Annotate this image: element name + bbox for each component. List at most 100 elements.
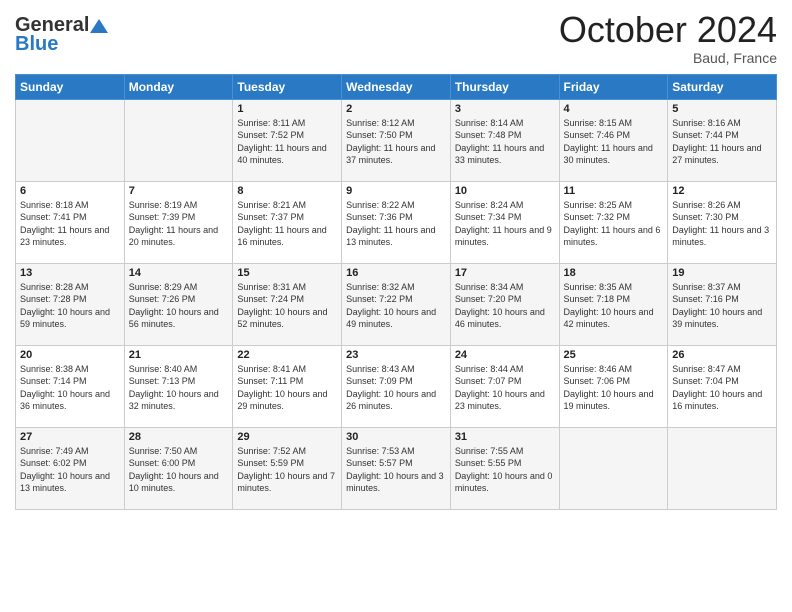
cell-date: 7 bbox=[129, 185, 229, 197]
calendar-cell: 1 Sunrise: 8:11 AMSunset: 7:52 PMDaylight… bbox=[233, 99, 342, 181]
cell-date: 14 bbox=[129, 267, 229, 279]
logo: General Blue bbox=[15, 14, 109, 56]
calendar-cell: 27Sunrise: 7:49 AMSunset: 6:02 PMDayligh… bbox=[16, 427, 125, 509]
calendar-cell: 17Sunrise: 8:34 AMSunset: 7:20 PMDayligh… bbox=[450, 263, 559, 345]
cell-info: Sunrise: 8:21 AMSunset: 7:37 PMDaylight:… bbox=[237, 199, 337, 249]
calendar-cell: 23Sunrise: 8:43 AMSunset: 7:09 PMDayligh… bbox=[342, 345, 451, 427]
calendar-cell: 29 Sunrise: 7:52 AMSunset: 5:59 PMDayligh… bbox=[233, 427, 342, 509]
cell-info: Sunrise: 8:24 AMSunset: 7:34 PMDaylight:… bbox=[455, 199, 555, 249]
cell-date: 26 bbox=[672, 349, 772, 361]
calendar-cell: 7Sunrise: 8:19 AMSunset: 7:39 PMDaylight… bbox=[124, 181, 233, 263]
calendar-cell bbox=[668, 427, 777, 509]
month-title: October 2024 bbox=[559, 10, 777, 50]
calendar-cell: 12 Sunrise: 8:26 AMSunset: 7:30 PMDayligh… bbox=[668, 181, 777, 263]
cell-date: 23 bbox=[346, 349, 446, 361]
cell-info: Sunrise: 8:34 AMSunset: 7:20 PMDaylight:… bbox=[455, 281, 555, 331]
day-header: Tuesday bbox=[233, 74, 342, 99]
cell-date: 15 bbox=[237, 267, 337, 279]
cell-info: Sunrise: 8:40 AMSunset: 7:13 PMDaylight:… bbox=[129, 363, 229, 413]
cell-date: 3 bbox=[455, 103, 555, 115]
calendar-cell: 22Sunrise: 8:41 AMSunset: 7:11 PMDayligh… bbox=[233, 345, 342, 427]
logo-icon bbox=[90, 17, 108, 35]
calendar-cell bbox=[16, 99, 125, 181]
cell-date: 12 bbox=[672, 185, 772, 197]
cell-date: 6 bbox=[20, 185, 120, 197]
calendar-table: SundayMondayTuesdayWednesdayThursdayFrid… bbox=[15, 74, 777, 510]
cell-date: 4 bbox=[564, 103, 664, 115]
cell-info: Sunrise: 7:53 AMSunset: 5:57 PMDaylight:… bbox=[346, 445, 446, 495]
header-row: SundayMondayTuesdayWednesdayThursdayFrid… bbox=[16, 74, 777, 99]
calendar-week: 20 Sunrise: 8:38 AMSunset: 7:14 PMDayligh… bbox=[16, 345, 777, 427]
cell-info: Sunrise: 7:49 AMSunset: 6:02 PMDaylight:… bbox=[20, 445, 120, 495]
calendar-cell: 31Sunrise: 7:55 AMSunset: 5:55 PMDayligh… bbox=[450, 427, 559, 509]
calendar-cell: 24Sunrise: 8:44 AMSunset: 7:07 PMDayligh… bbox=[450, 345, 559, 427]
calendar-cell: 14 Sunrise: 8:29 AMSunset: 7:26 PMDayligh… bbox=[124, 263, 233, 345]
calendar-cell: 21Sunrise: 8:40 AMSunset: 7:13 PMDayligh… bbox=[124, 345, 233, 427]
cell-date: 2 bbox=[346, 103, 446, 115]
calendar-cell bbox=[124, 99, 233, 181]
cell-info: Sunrise: 8:15 AMSunset: 7:46 PMDaylight:… bbox=[564, 117, 664, 167]
calendar-week: 27Sunrise: 7:49 AMSunset: 6:02 PMDayligh… bbox=[16, 427, 777, 509]
cell-date: 1 bbox=[237, 103, 337, 115]
cell-info: Sunrise: 8:31 AMSunset: 7:24 PMDaylight:… bbox=[237, 281, 337, 331]
cell-info: Sunrise: 8:12 AMSunset: 7:50 PMDaylight:… bbox=[346, 117, 446, 167]
calendar-cell: 16 Sunrise: 8:32 AMSunset: 7:22 PMDayligh… bbox=[342, 263, 451, 345]
cell-date: 9 bbox=[346, 185, 446, 197]
day-header: Monday bbox=[124, 74, 233, 99]
cell-date: 25 bbox=[564, 349, 664, 361]
cell-info: Sunrise: 8:46 AMSunset: 7:06 PMDaylight:… bbox=[564, 363, 664, 413]
page: General Blue October 2024 Baud, France S… bbox=[0, 0, 792, 612]
cell-date: 24 bbox=[455, 349, 555, 361]
cell-date: 20 bbox=[20, 349, 120, 361]
cell-date: 28 bbox=[129, 431, 229, 443]
day-header: Sunday bbox=[16, 74, 125, 99]
cell-info: Sunrise: 8:28 AMSunset: 7:28 PMDaylight:… bbox=[20, 281, 120, 331]
calendar-week: 1 Sunrise: 8:11 AMSunset: 7:52 PMDaylight… bbox=[16, 99, 777, 181]
cell-info: Sunrise: 8:35 AMSunset: 7:18 PMDaylight:… bbox=[564, 281, 664, 331]
cell-info: Sunrise: 8:11 AMSunset: 7:52 PMDaylight:… bbox=[237, 117, 337, 167]
cell-info: Sunrise: 8:32 AMSunset: 7:22 PMDaylight:… bbox=[346, 281, 446, 331]
header: General Blue October 2024 Baud, France bbox=[15, 10, 777, 66]
calendar-week: 6 Sunrise: 8:18 AMSunset: 7:41 PMDaylight… bbox=[16, 181, 777, 263]
calendar-cell: 3Sunrise: 8:14 AMSunset: 7:48 PMDaylight… bbox=[450, 99, 559, 181]
cell-info: Sunrise: 8:22 AMSunset: 7:36 PMDaylight:… bbox=[346, 199, 446, 249]
calendar-cell: 26Sunrise: 8:47 AMSunset: 7:04 PMDayligh… bbox=[668, 345, 777, 427]
cell-date: 29 bbox=[237, 431, 337, 443]
cell-info: Sunrise: 8:26 AMSunset: 7:30 PMDaylight:… bbox=[672, 199, 772, 249]
cell-info: Sunrise: 8:41 AMSunset: 7:11 PMDaylight:… bbox=[237, 363, 337, 413]
cell-date: 13 bbox=[20, 267, 120, 279]
calendar-cell: 9 Sunrise: 8:22 AMSunset: 7:36 PMDaylight… bbox=[342, 181, 451, 263]
day-header: Wednesday bbox=[342, 74, 451, 99]
day-header: Saturday bbox=[668, 74, 777, 99]
cell-info: Sunrise: 7:52 AMSunset: 5:59 PMDaylight:… bbox=[237, 445, 337, 495]
cell-info: Sunrise: 8:38 AMSunset: 7:14 PMDaylight:… bbox=[20, 363, 120, 413]
cell-date: 18 bbox=[564, 267, 664, 279]
cell-info: Sunrise: 7:55 AMSunset: 5:55 PMDaylight:… bbox=[455, 445, 555, 495]
cell-info: Sunrise: 8:18 AMSunset: 7:41 PMDaylight:… bbox=[20, 199, 120, 249]
calendar-cell: 13 Sunrise: 8:28 AMSunset: 7:28 PMDayligh… bbox=[16, 263, 125, 345]
cell-date: 10 bbox=[455, 185, 555, 197]
calendar-cell: 10 Sunrise: 8:24 AMSunset: 7:34 PMDayligh… bbox=[450, 181, 559, 263]
cell-date: 30 bbox=[346, 431, 446, 443]
cell-info: Sunrise: 8:29 AMSunset: 7:26 PMDaylight:… bbox=[129, 281, 229, 331]
cell-date: 5 bbox=[672, 103, 772, 115]
calendar-cell bbox=[559, 427, 668, 509]
calendar-cell: 20 Sunrise: 8:38 AMSunset: 7:14 PMDayligh… bbox=[16, 345, 125, 427]
cell-date: 16 bbox=[346, 267, 446, 279]
calendar-cell: 25 Sunrise: 8:46 AMSunset: 7:06 PMDayligh… bbox=[559, 345, 668, 427]
cell-info: Sunrise: 8:37 AMSunset: 7:16 PMDaylight:… bbox=[672, 281, 772, 331]
calendar-cell: 8 Sunrise: 8:21 AMSunset: 7:37 PMDaylight… bbox=[233, 181, 342, 263]
calendar-cell: 30 Sunrise: 7:53 AMSunset: 5:57 PMDayligh… bbox=[342, 427, 451, 509]
cell-date: 11 bbox=[564, 185, 664, 197]
title-area: October 2024 Baud, France bbox=[559, 10, 777, 66]
calendar-cell: 28 Sunrise: 7:50 AMSunset: 6:00 PMDayligh… bbox=[124, 427, 233, 509]
calendar-cell: 6 Sunrise: 8:18 AMSunset: 7:41 PMDaylight… bbox=[16, 181, 125, 263]
cell-info: Sunrise: 7:50 AMSunset: 6:00 PMDaylight:… bbox=[129, 445, 229, 495]
location: Baud, France bbox=[559, 50, 777, 66]
day-header: Thursday bbox=[450, 74, 559, 99]
cell-date: 8 bbox=[237, 185, 337, 197]
calendar-cell: 18 Sunrise: 8:35 AMSunset: 7:18 PMDayligh… bbox=[559, 263, 668, 345]
cell-date: 19 bbox=[672, 267, 772, 279]
calendar-cell: 15 Sunrise: 8:31 AMSunset: 7:24 PMDayligh… bbox=[233, 263, 342, 345]
calendar-week: 13 Sunrise: 8:28 AMSunset: 7:28 PMDayligh… bbox=[16, 263, 777, 345]
